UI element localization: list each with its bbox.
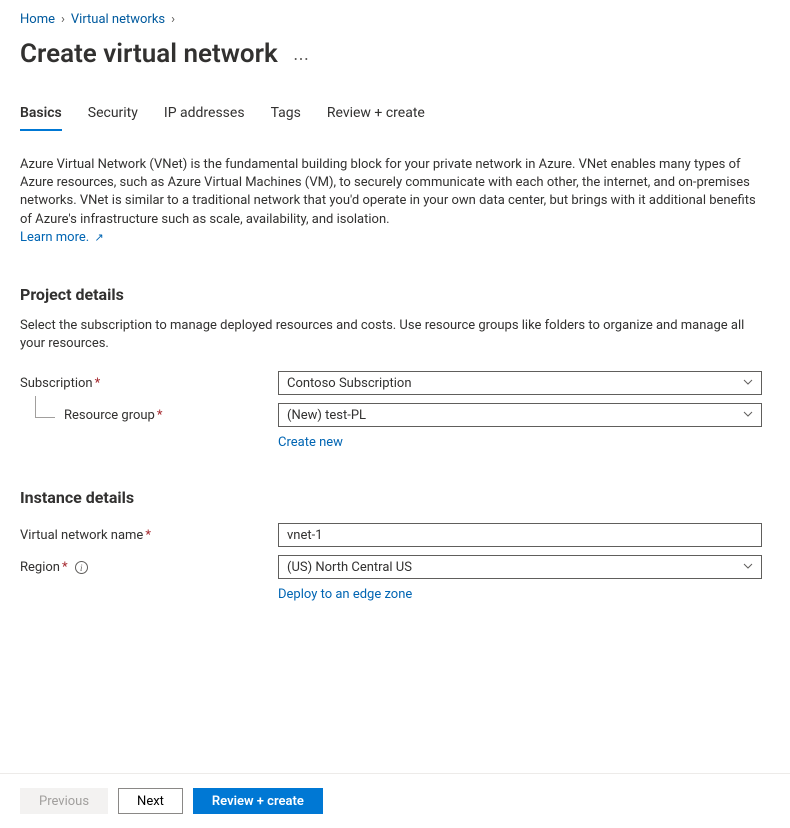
previous-button: Previous xyxy=(20,788,108,814)
tab-basics[interactable]: Basics xyxy=(20,105,62,131)
footer-actions: Previous Next Review + create xyxy=(0,773,790,828)
region-label: Region* i xyxy=(20,560,278,575)
instance-details-heading: Instance details xyxy=(20,488,770,507)
intro-body: Azure Virtual Network (VNet) is the fund… xyxy=(20,157,756,227)
subscription-select[interactable]: Contoso Subscription xyxy=(278,371,762,395)
tab-ip-addresses[interactable]: IP addresses xyxy=(164,105,245,131)
vnet-name-label: Virtual network name* xyxy=(20,528,278,543)
intro-text: Azure Virtual Network (VNet) is the fund… xyxy=(20,156,760,247)
subscription-label: Subscription* xyxy=(20,376,278,391)
review-create-button[interactable]: Review + create xyxy=(193,788,323,814)
next-button[interactable]: Next xyxy=(118,788,183,814)
info-icon[interactable]: i xyxy=(75,561,88,574)
create-new-rg-link[interactable]: Create new xyxy=(278,435,343,450)
project-details-desc: Select the subscription to manage deploy… xyxy=(20,317,760,353)
deploy-edge-zone-link[interactable]: Deploy to an edge zone xyxy=(278,587,412,602)
breadcrumb-home[interactable]: Home xyxy=(20,12,55,27)
resource-group-select[interactable]: (New) test-PL xyxy=(278,403,762,427)
more-actions-button[interactable]: ⋯ xyxy=(293,49,309,68)
subscription-value: Contoso Subscription xyxy=(287,376,412,391)
external-link-icon: ↗ xyxy=(94,231,103,244)
resource-group-value: (New) test-PL xyxy=(287,408,366,423)
tab-bar: Basics Security IP addresses Tags Review… xyxy=(20,105,770,132)
resource-group-label: Resource group* xyxy=(20,408,278,423)
chevron-down-icon xyxy=(743,376,753,391)
tab-tags[interactable]: Tags xyxy=(271,105,301,131)
learn-more-link[interactable]: Learn more. ↗ xyxy=(20,230,104,245)
learn-more-text: Learn more. xyxy=(20,230,89,245)
region-select[interactable]: (US) North Central US xyxy=(278,555,762,579)
breadcrumb: Home › Virtual networks › xyxy=(20,10,770,27)
chevron-right-icon: › xyxy=(171,12,175,27)
region-value: (US) North Central US xyxy=(287,560,412,575)
chevron-right-icon: › xyxy=(61,12,65,27)
chevron-down-icon xyxy=(743,560,753,575)
chevron-down-icon xyxy=(743,408,753,423)
vnet-name-input[interactable] xyxy=(278,523,762,547)
project-details-heading: Project details xyxy=(20,285,770,304)
breadcrumb-vnets[interactable]: Virtual networks xyxy=(71,12,165,27)
tab-review-create[interactable]: Review + create xyxy=(327,105,425,131)
tab-security[interactable]: Security xyxy=(88,105,138,131)
page-title: Create virtual network xyxy=(20,39,278,69)
tree-indent-icon xyxy=(35,396,55,418)
